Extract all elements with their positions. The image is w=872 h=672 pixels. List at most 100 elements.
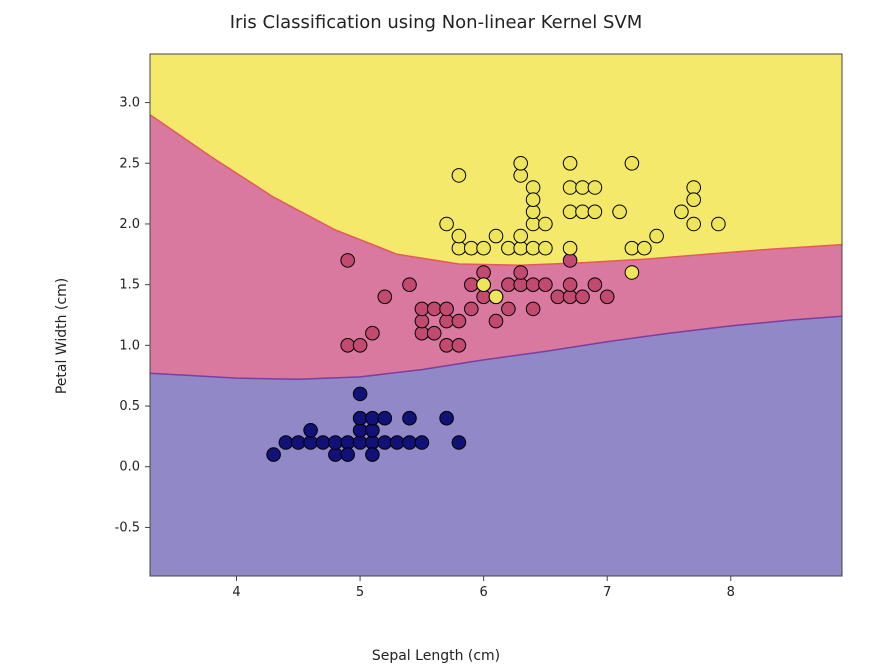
data-point: [341, 254, 355, 268]
data-point: [526, 193, 540, 207]
data-point: [502, 278, 516, 292]
data-point: [526, 181, 540, 195]
data-point: [341, 436, 355, 450]
data-point: [526, 217, 540, 231]
data-point: [415, 436, 429, 450]
data-point: [526, 205, 540, 219]
data-point: [329, 448, 343, 462]
data-point: [329, 436, 343, 450]
data-point: [563, 278, 577, 292]
data-point: [378, 411, 392, 425]
data-point: [403, 436, 417, 450]
data-point: [675, 205, 689, 219]
data-point: [415, 326, 429, 340]
data-point: [687, 181, 701, 195]
y-tick-label: 3.0: [119, 96, 140, 111]
data-point: [576, 290, 590, 304]
data-point: [292, 436, 306, 450]
chart-title: Iris Classification using Non-linear Ker…: [0, 12, 872, 33]
data-point: [341, 339, 355, 353]
data-point: [712, 217, 726, 231]
data-point: [440, 302, 454, 316]
data-point: [366, 326, 380, 340]
data-point: [452, 314, 466, 328]
data-point: [353, 339, 367, 353]
data-point: [415, 302, 429, 316]
data-point: [304, 436, 318, 450]
y-tick-label: 2.5: [119, 156, 140, 171]
data-point: [576, 181, 590, 195]
data-point: [539, 217, 553, 231]
data-point: [465, 278, 479, 292]
data-point: [687, 193, 701, 207]
data-point: [514, 157, 528, 171]
data-point: [489, 290, 503, 304]
data-point: [403, 278, 417, 292]
y-tick-label: 1.5: [119, 278, 140, 293]
data-point: [366, 411, 380, 425]
data-point: [390, 436, 404, 450]
data-point: [563, 205, 577, 219]
data-point: [563, 241, 577, 255]
data-point: [588, 278, 602, 292]
data-point: [353, 436, 367, 450]
data-point: [502, 241, 516, 255]
data-point: [415, 314, 429, 328]
data-point: [563, 290, 577, 304]
data-point: [403, 411, 417, 425]
data-point: [465, 302, 479, 316]
data-point: [539, 278, 553, 292]
data-point: [588, 205, 602, 219]
data-point: [563, 157, 577, 171]
data-point: [625, 157, 639, 171]
data-point: [489, 229, 503, 243]
data-point: [650, 229, 664, 243]
data-point: [465, 241, 479, 255]
data-point: [526, 302, 540, 316]
data-point: [477, 278, 491, 292]
data-point: [304, 424, 318, 438]
data-point: [452, 229, 466, 243]
data-point: [502, 302, 516, 316]
data-point: [526, 278, 540, 292]
data-point: [452, 241, 466, 255]
data-point: [452, 169, 466, 183]
data-point: [427, 326, 441, 340]
x-tick-label: 5: [356, 585, 364, 600]
plot-area: 45678-0.50.00.51.01.52.02.53.0: [98, 46, 850, 618]
data-point: [514, 266, 528, 280]
data-point: [539, 241, 553, 255]
data-point: [279, 436, 293, 450]
data-point: [378, 290, 392, 304]
x-axis-label: Sepal Length (cm): [0, 648, 872, 664]
data-point: [378, 436, 392, 450]
data-point: [489, 314, 503, 328]
x-tick-label: 4: [232, 585, 240, 600]
data-point: [366, 424, 380, 438]
data-point: [477, 266, 491, 280]
data-point: [341, 448, 355, 462]
data-point: [440, 217, 454, 231]
y-tick-label: 2.0: [119, 217, 140, 232]
data-point: [625, 266, 639, 280]
data-point: [316, 436, 330, 450]
data-point: [353, 411, 367, 425]
x-tick-label: 6: [480, 585, 488, 600]
data-point: [551, 290, 565, 304]
y-tick-label: 0.0: [119, 460, 140, 475]
data-point: [353, 387, 367, 401]
data-point: [563, 181, 577, 195]
data-point: [452, 339, 466, 353]
data-point: [526, 241, 540, 255]
y-tick-label: 0.5: [119, 399, 140, 414]
data-point: [366, 436, 380, 450]
data-point: [477, 241, 491, 255]
data-point: [563, 254, 577, 268]
x-tick-label: 8: [727, 585, 735, 600]
data-point: [687, 217, 701, 231]
data-point: [514, 278, 528, 292]
data-point: [638, 241, 652, 255]
data-point: [613, 205, 627, 219]
data-point: [427, 302, 441, 316]
y-axis-label: Petal Width (cm): [54, 278, 70, 394]
